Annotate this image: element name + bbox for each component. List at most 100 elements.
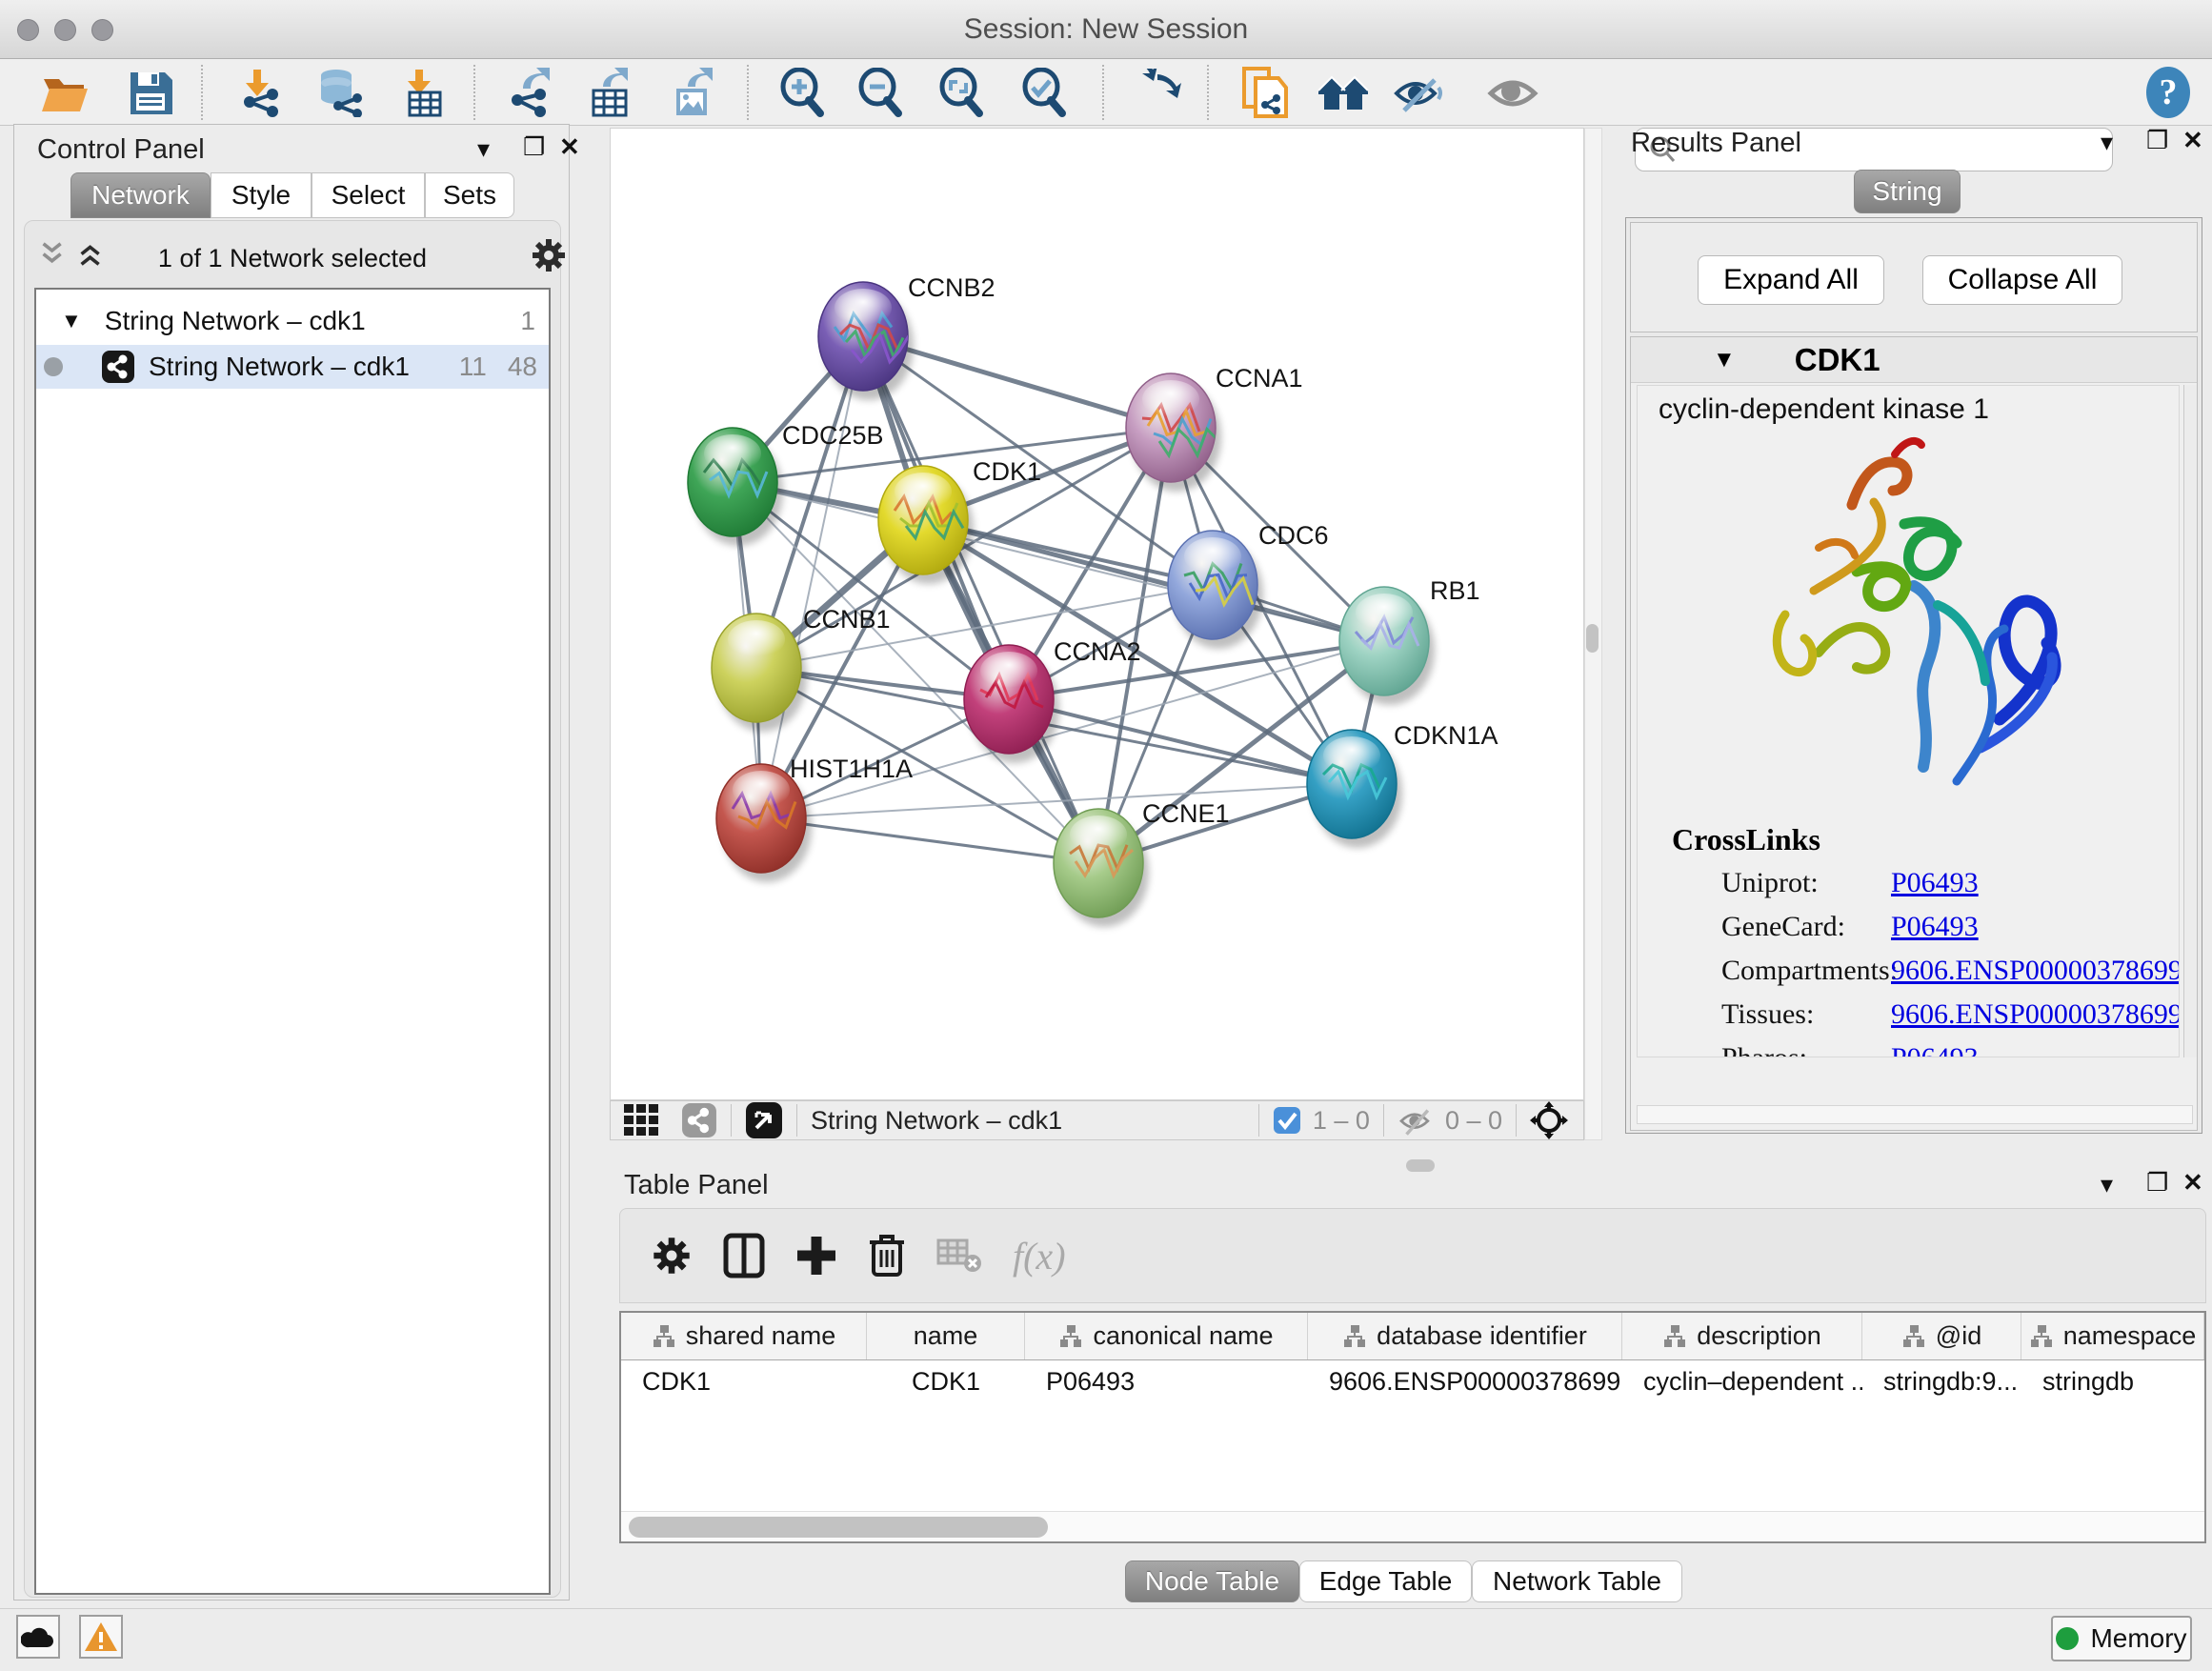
crosslink-link[interactable]: P06493 — [1891, 911, 1979, 943]
expand-all-button[interactable]: Expand All — [1698, 255, 1884, 305]
crosslink-link[interactable]: P06493 — [1891, 867, 1979, 899]
import-network-file-button[interactable] — [233, 67, 287, 118]
column-header-shared-name[interactable]: shared name — [621, 1313, 867, 1359]
node-CCNB1[interactable] — [712, 614, 807, 732]
horizontal-splitter-handle[interactable] — [1406, 1159, 1435, 1172]
string-network-icon-grey[interactable] — [681, 1102, 717, 1138]
control-panel-close-icon[interactable]: ✕ — [559, 132, 580, 162]
table-panel-menu-icon[interactable]: ▾ — [2101, 1170, 2113, 1199]
duplicate-network-button[interactable] — [1238, 67, 1292, 118]
delete-column-button[interactable] — [868, 1233, 906, 1278]
warnings-button[interactable] — [79, 1615, 123, 1659]
node-CCNB2[interactable] — [818, 282, 914, 400]
table-panel-float-icon[interactable]: ❐ — [2146, 1168, 2168, 1198]
import-network-database-button[interactable] — [313, 67, 367, 118]
tab-sets[interactable]: Sets — [425, 172, 514, 218]
export-table-button[interactable] — [583, 67, 636, 118]
tab-style[interactable]: Style — [211, 172, 312, 218]
node-CCNA1[interactable] — [1126, 373, 1221, 492]
zoom-out-button[interactable] — [855, 67, 908, 118]
zoom-in-button[interactable] — [776, 67, 830, 118]
open-session-button[interactable] — [38, 67, 91, 118]
tab-network[interactable]: Network — [70, 172, 211, 218]
network-collection-row[interactable]: ▼ String Network – cdk1 1 — [36, 299, 549, 343]
tab-node-table[interactable]: Node Table — [1125, 1560, 1299, 1602]
export-network-button[interactable] — [503, 67, 556, 118]
collapse-all-button[interactable]: Collapse All — [1922, 255, 2122, 305]
string-network-graph[interactable]: CCNB2 CCNA1 CDC25B CDK1 CDC6 RB1 CCNB1 C… — [611, 129, 1583, 1099]
zoom-selected-button[interactable] — [1018, 67, 1072, 118]
birdseye-crosshair-icon[interactable] — [1530, 1101, 1568, 1139]
detach-view-icon[interactable] — [745, 1101, 783, 1139]
network-row-selected[interactable]: String Network – cdk1 11 48 — [36, 345, 549, 389]
column-header-description[interactable]: description — [1622, 1313, 1862, 1359]
crosslink-link[interactable]: 9606.ENSP00000378699 — [1891, 955, 2180, 987]
node-CDKN1A[interactable] — [1307, 730, 1402, 848]
cloud-button[interactable] — [16, 1615, 60, 1659]
node-CCNE1[interactable] — [1054, 809, 1149, 927]
vertical-splitter-handle[interactable] — [1586, 624, 1599, 653]
selected-checkbox-icon[interactable] — [1273, 1106, 1301, 1135]
table-cell[interactable]: stringdb:9... — [1862, 1360, 2021, 1402]
node-CDK1[interactable] — [878, 466, 974, 584]
zoom-fit-button[interactable] — [935, 67, 989, 118]
first-neighbors-button[interactable] — [1317, 67, 1370, 118]
results-buttons-row: Expand All Collapse All — [1630, 222, 2198, 332]
table-cell[interactable]: cyclin–dependent ... — [1622, 1360, 1862, 1402]
column-header-name[interactable]: name — [867, 1313, 1025, 1359]
import-table-file-button[interactable] — [393, 67, 447, 118]
grid-view-icon[interactable] — [624, 1104, 664, 1137]
show-all-button[interactable] — [1486, 67, 1539, 118]
edge-CCNE1-HIST1H1A[interactable] — [761, 818, 1098, 863]
cdk1-section-header[interactable]: ▼ CDK1 — [1631, 337, 2197, 383]
memory-button[interactable]: Memory — [2051, 1616, 2192, 1661]
gear-icon[interactable] — [530, 236, 568, 274]
column-header-namespace[interactable]: namespace — [2021, 1313, 2204, 1359]
table-panel-close-icon[interactable]: ✕ — [2182, 1168, 2203, 1198]
status-bar: Memory — [0, 1608, 2212, 1671]
table-cell[interactable]: P06493 — [1025, 1360, 1308, 1402]
table-settings-button[interactable] — [651, 1235, 693, 1277]
node-CDC25B[interactable] — [688, 428, 783, 546]
hide-selected-button[interactable] — [1392, 67, 1445, 118]
toolbar-separator — [201, 65, 203, 120]
results-panel-float-icon[interactable]: ❐ — [2146, 126, 2168, 155]
table-cell[interactable]: CDK1 — [867, 1360, 1025, 1402]
control-panel-float-icon[interactable]: ❐ — [523, 132, 545, 162]
table-horizontal-scrollbar[interactable] — [621, 1511, 2204, 1541]
table-row[interactable]: CDK1CDK1P064939606.ENSP00000378699cyclin… — [621, 1360, 2204, 1402]
column-header-canonical-name[interactable]: canonical name — [1025, 1313, 1308, 1359]
column-header-@id[interactable]: @id — [1862, 1313, 2021, 1359]
control-panel-menu-icon[interactable]: ▾ — [477, 134, 490, 164]
collection-expanded-icon[interactable]: ▼ — [61, 309, 82, 333]
tab-network-table[interactable]: Network Table — [1472, 1560, 1682, 1602]
crosslink-link[interactable]: 9606.ENSP00000378699 — [1891, 998, 2180, 1031]
tab-select[interactable]: Select — [312, 172, 425, 218]
export-image-button[interactable] — [666, 67, 719, 118]
crosslink-link[interactable]: P06493 — [1891, 1042, 1979, 1057]
table-cell[interactable]: CDK1 — [621, 1360, 867, 1402]
show-columns-button[interactable] — [723, 1233, 765, 1278]
scrollbar-thumb[interactable] — [629, 1517, 1048, 1538]
edge-CCNB2-HIST1H1A[interactable] — [761, 336, 863, 818]
node-RB1[interactable] — [1339, 587, 1435, 705]
tab-edge-table[interactable]: Edge Table — [1299, 1560, 1472, 1602]
results-horizontal-scrollbar[interactable] — [1637, 1105, 2193, 1124]
node-CDC6[interactable] — [1168, 531, 1263, 649]
node-CCNA2[interactable] — [964, 645, 1059, 763]
save-session-button[interactable] — [124, 67, 177, 118]
network-canvas[interactable]: CCNB2 CCNA1 CDC25B CDK1 CDC6 RB1 CCNB1 C… — [610, 128, 1584, 1100]
results-panel-close-icon[interactable]: ✕ — [2182, 126, 2203, 155]
table-cell[interactable]: stringdb — [2021, 1360, 2204, 1402]
table-cell[interactable]: 9606.ENSP00000378699 — [1308, 1360, 1622, 1402]
hidden-eye-icon[interactable] — [1398, 1105, 1436, 1136]
results-panel-menu-icon[interactable]: ▾ — [2101, 128, 2113, 157]
create-column-button[interactable] — [795, 1235, 837, 1277]
edge-CCNB2-CCNE1[interactable] — [863, 336, 1098, 863]
refresh-button[interactable] — [1131, 67, 1184, 118]
section-expanded-icon[interactable]: ▼ — [1713, 347, 1736, 373]
tab-string[interactable]: String — [1854, 170, 1961, 213]
results-vertical-scrollbar[interactable] — [2183, 385, 2197, 1057]
column-header-database-identifier[interactable]: database identifier — [1308, 1313, 1622, 1359]
help-button[interactable]: ? — [2142, 67, 2195, 118]
